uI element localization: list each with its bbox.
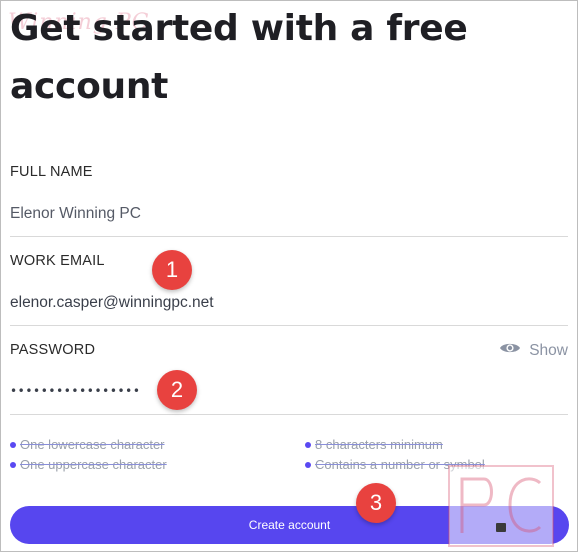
work-email-label: WORK EMAIL <box>10 253 105 269</box>
requirement-min-length: 8 characters minimum <box>305 437 443 452</box>
work-email-field[interactable]: WORK EMAIL elenor.casper@winningpc.net <box>10 249 568 327</box>
step-badge-1: 1 <box>152 250 192 290</box>
step-badge-3: 3 <box>356 483 396 523</box>
requirement-uppercase: One uppercase character <box>10 457 167 472</box>
password-label: PASSWORD <box>10 342 96 358</box>
work-email-underline <box>10 325 568 326</box>
requirement-number-symbol: Contains a number or symbol <box>305 457 485 472</box>
full-name-underline <box>10 236 568 237</box>
password-value[interactable]: ••••••••••••••••• <box>10 384 141 398</box>
full-name-value[interactable]: Elenor Winning PC <box>10 205 141 223</box>
step-badge-2: 2 <box>157 370 197 410</box>
password-underline <box>10 414 568 415</box>
requirement-bullet <box>10 461 16 468</box>
show-password-label: Show <box>529 341 568 359</box>
page-title: Get started with a free account <box>10 8 468 107</box>
requirement-bullet <box>305 461 311 468</box>
full-name-field[interactable]: FULL NAME Elenor Winning PC <box>10 160 568 238</box>
show-password-toggle[interactable]: Show <box>499 341 568 360</box>
requirement-lowercase: One lowercase character <box>10 437 165 452</box>
work-email-value[interactable]: elenor.casper@winningpc.net <box>10 294 214 312</box>
create-account-button[interactable]: Create account <box>10 506 569 544</box>
password-field[interactable]: PASSWORD Show ••••••••••••••••• <box>10 338 568 416</box>
eye-icon <box>499 341 521 360</box>
requirement-bullet <box>305 441 311 448</box>
full-name-label: FULL NAME <box>10 164 93 180</box>
requirement-bullet <box>10 441 16 448</box>
